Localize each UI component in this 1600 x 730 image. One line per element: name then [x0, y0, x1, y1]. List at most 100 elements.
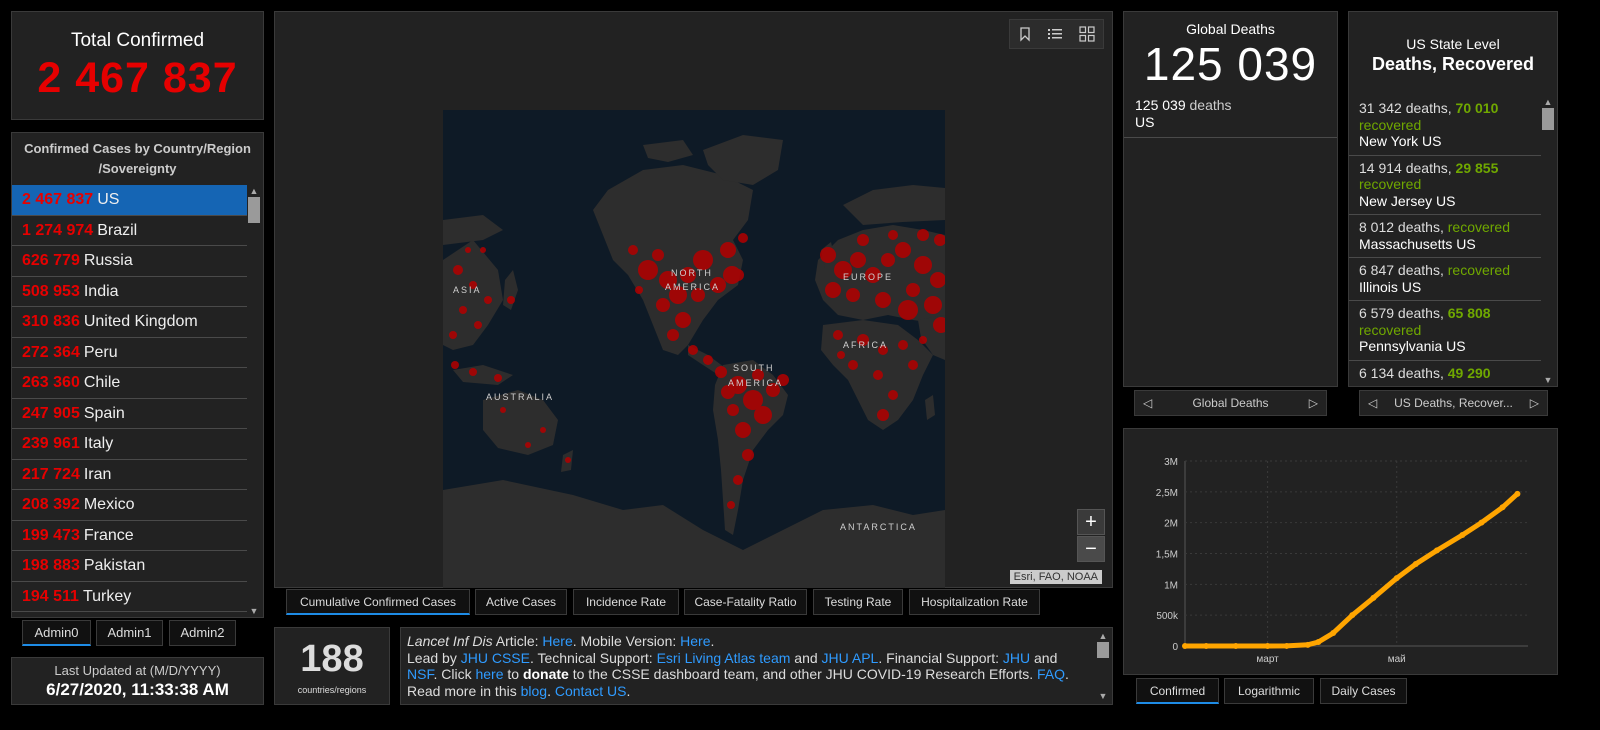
- tab-incidence-rate[interactable]: Incidence Rate: [573, 589, 679, 615]
- y-tick-label: 1,5M: [1156, 550, 1178, 561]
- scroll-up-icon[interactable]: ▲: [247, 185, 261, 197]
- tab-cumulative-confirmed[interactable]: Cumulative Confirmed Cases: [286, 589, 470, 615]
- scroll-up-icon[interactable]: ▲: [1096, 630, 1110, 642]
- zoom-in-button[interactable]: +: [1077, 509, 1105, 535]
- map-attribution: Esri, FAO, NOAA: [1009, 570, 1102, 584]
- country-count: 272 364: [22, 343, 80, 361]
- state-list-scrollbar[interactable]: ▲ ▼: [1541, 96, 1555, 386]
- country-name: Russia: [83, 252, 133, 269]
- scroll-thumb[interactable]: [1542, 108, 1554, 130]
- country-name: Iran: [83, 465, 112, 483]
- tab-logarithmic[interactable]: Logarithmic: [1224, 678, 1314, 704]
- link-article-here[interactable]: Here: [542, 633, 572, 649]
- table-row[interactable]: 239 961 Italy: [12, 429, 248, 460]
- table-row[interactable]: 194 511 Turkey: [12, 582, 248, 612]
- country-list-scrollbar[interactable]: ▲ ▼: [247, 185, 261, 617]
- pager-label: Global Deaths: [1192, 396, 1269, 410]
- country-list[interactable]: 2 467 837 US 1 274 974 Brazil 626 779 Russia 5…: [12, 185, 248, 617]
- zoom-out-button[interactable]: −: [1077, 536, 1105, 562]
- scroll-thumb[interactable]: [248, 197, 260, 223]
- table-row[interactable]: 199 473 France: [12, 521, 248, 551]
- us-deaths-pager: ◁ US Deaths, Recover... ▷: [1359, 390, 1548, 416]
- tab-active-cases[interactable]: Active Cases: [475, 589, 567, 615]
- table-row[interactable]: 1 274 974 Brazil: [12, 216, 248, 246]
- scroll-down-icon[interactable]: ▼: [247, 605, 261, 617]
- link-donate-here[interactable]: here: [475, 666, 503, 682]
- map-label-australia: AUSTRALIA: [486, 392, 554, 402]
- tab-admin0[interactable]: Admin0: [22, 620, 91, 646]
- global-deaths-panel: Global Deaths 125 039 125 039 deaths US: [1123, 11, 1338, 387]
- tab-confirmed[interactable]: Confirmed: [1136, 678, 1219, 704]
- link-esri-living-atlas[interactable]: Esri Living Atlas team: [657, 650, 791, 666]
- state-recovered-label: recovered: [1447, 262, 1511, 278]
- link-jhu-csse[interactable]: JHU CSSE: [461, 650, 530, 666]
- list-item[interactable]: 6 134 deaths, 49 290: [1349, 361, 1543, 387]
- table-row[interactable]: 272 364 Peru: [12, 338, 248, 368]
- list-item[interactable]: 6 579 deaths, 65 808 recovered Pennsylvan…: [1349, 301, 1543, 361]
- list-item[interactable]: 6 847 deaths, recovered Illinois US: [1349, 258, 1543, 301]
- table-row[interactable]: 247 905 Spain: [12, 399, 248, 429]
- country-name: US: [97, 191, 120, 208]
- y-tick-label: 500k: [1156, 611, 1179, 622]
- list-item[interactable]: 14 914 deaths, 29 855 recovered New Jerse…: [1349, 156, 1543, 215]
- state-list[interactable]: 31 342 deaths, 70 010 recovered New York …: [1349, 96, 1543, 386]
- scroll-down-icon[interactable]: ▼: [1541, 374, 1555, 386]
- scroll-up-icon[interactable]: ▲: [1541, 96, 1555, 108]
- tab-daily-cases[interactable]: Daily Cases: [1320, 678, 1407, 704]
- scroll-thumb[interactable]: [1097, 642, 1109, 658]
- info-scrollbar[interactable]: ▲ ▼: [1096, 630, 1110, 702]
- table-row[interactable]: 2 467 837 US: [12, 185, 248, 216]
- data-point: [1182, 642, 1188, 649]
- link-jhu[interactable]: JHU: [1003, 650, 1030, 666]
- legend-list-icon[interactable]: [1047, 26, 1063, 42]
- state-place: Massachusetts US: [1359, 235, 1476, 252]
- bookmark-icon[interactable]: [1018, 26, 1032, 42]
- link-mobile-here[interactable]: Here: [680, 633, 710, 649]
- table-row[interactable]: 263 360 Chile: [12, 368, 248, 399]
- country-count: 217 724: [22, 465, 80, 483]
- basemap-gallery-icon[interactable]: [1079, 26, 1095, 42]
- data-point: [1514, 490, 1521, 497]
- scroll-down-icon[interactable]: ▼: [1096, 690, 1110, 702]
- table-row[interactable]: 208 392 Mexico: [12, 490, 248, 521]
- table-row[interactable]: 626 779 Russia: [12, 246, 248, 277]
- list-item[interactable]: 8 012 deaths, recovered Massachusetts US: [1349, 215, 1543, 258]
- table-row[interactable]: 310 836 United Kingdom: [12, 307, 248, 338]
- map-label-antarctica: ANTARCTICA: [840, 522, 917, 532]
- info-text: Lead by: [407, 649, 461, 666]
- table-row[interactable]: 217 724 Iran: [12, 460, 248, 490]
- country-count: 247 905: [22, 404, 80, 422]
- tab-testing-rate[interactable]: Testing Rate: [813, 589, 903, 615]
- link-faq[interactable]: FAQ: [1037, 666, 1065, 682]
- info-journal: Lancet Inf Dis: [407, 633, 493, 649]
- country-count: 2 467 837: [22, 191, 94, 208]
- data-point: [1283, 642, 1290, 649]
- link-nsf[interactable]: NSF: [407, 666, 433, 682]
- chevron-right-icon[interactable]: ▷: [1530, 391, 1539, 415]
- link-jhu-apl[interactable]: JHU APL: [822, 650, 879, 666]
- world-map[interactable]: ASIA NORTH AMERICA EUROPE AFRICA SOUTH A…: [443, 110, 945, 588]
- state-recovered-label: recovered: [1359, 176, 1422, 192]
- table-row[interactable]: 198 883 Pakistan: [12, 551, 248, 582]
- tab-case-fatality-ratio[interactable]: Case-Fatality Ratio: [684, 589, 807, 615]
- map-panel[interactable]: ASIA NORTH AMERICA EUROPE AFRICA SOUTH A…: [274, 11, 1113, 588]
- table-row[interactable]: 508 953 India: [12, 277, 248, 307]
- country-list-title: Confirmed Cases by Country/Region /Sover…: [24, 141, 251, 176]
- link-blog[interactable]: blog: [521, 683, 547, 699]
- country-count: 263 360: [22, 374, 80, 391]
- chevron-left-icon[interactable]: ◁: [1143, 391, 1152, 415]
- tab-admin2[interactable]: Admin2: [169, 620, 236, 646]
- info-text: . Financial Support:: [878, 649, 1003, 666]
- tab-hospitalization-rate[interactable]: Hospitalization Rate: [909, 589, 1040, 615]
- us-state-panel: US State Level Deaths, Recovered 31 342 …: [1348, 11, 1558, 387]
- chevron-right-icon[interactable]: ▷: [1309, 391, 1318, 415]
- list-item[interactable]: 125 039 deaths US: [1124, 91, 1337, 138]
- list-item[interactable]: 31 342 deaths, 70 010 recovered New York …: [1349, 96, 1543, 156]
- tab-admin1[interactable]: Admin1: [96, 620, 163, 646]
- link-contact-us[interactable]: Contact US: [555, 683, 627, 699]
- data-point: [1478, 519, 1485, 526]
- chevron-left-icon[interactable]: ◁: [1368, 391, 1377, 415]
- country-count: 508 953: [22, 282, 80, 300]
- state-deaths: 14 914 deaths,: [1359, 159, 1456, 176]
- data-point: [1393, 575, 1400, 582]
